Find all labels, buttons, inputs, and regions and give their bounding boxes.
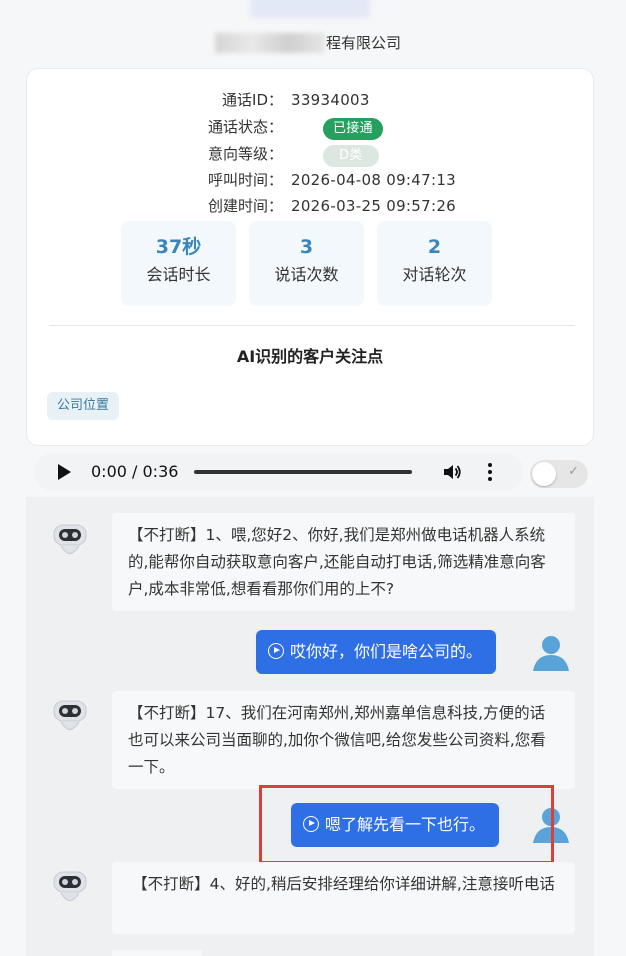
call-time-label: 呼叫时间：	[207, 171, 283, 189]
ai-message: 【不打断】1、喂,您好2、你好,我们是郑州做电话机器人系统的,能帮你自动获取意向…	[112, 513, 575, 611]
contact-name-blurred	[250, 0, 370, 18]
audio-player: 0:00 / 0:36	[34, 453, 524, 491]
created-time-value: 2026-03-25 09:57:26	[291, 197, 457, 215]
stat-duration-value: 37秒	[155, 236, 202, 258]
intent-badge: D类	[323, 145, 379, 167]
company-name-blurred	[215, 33, 325, 53]
highlight-annotation-box	[259, 785, 554, 864]
status-badge: 已接通	[323, 118, 383, 140]
more-vert-icon[interactable]	[485, 461, 495, 483]
robot-avatar-icon	[53, 700, 87, 730]
stat-rounds: 2 对话轮次	[377, 221, 492, 306]
ai-message: 【不打断】4、好的,稍后安排经理给你详细讲解,注意接听电话	[112, 862, 575, 934]
call-id-value: 33934003	[291, 91, 370, 109]
check-icon: ✓	[568, 464, 579, 479]
toggle-switch[interactable]: ✓	[530, 460, 588, 488]
next-message-stub	[112, 950, 202, 956]
play-circle-icon	[268, 642, 284, 659]
call-id-label: 通话ID：	[222, 91, 283, 109]
company-name: 程有限公司	[326, 34, 402, 52]
stat-speak-count-label: 说话次数	[274, 265, 339, 284]
robot-avatar-icon	[53, 524, 87, 554]
call-detail-page: 程有限公司 通话ID： 33934003 通话状态： 已接通 意向等级： D类 …	[0, 0, 626, 956]
call-status-label: 通话状态：	[207, 118, 283, 136]
stat-speak-count: 3 说话次数	[249, 221, 364, 306]
user-avatar-icon	[533, 636, 569, 671]
intent-label: 意向等级：	[207, 145, 283, 163]
call-time-row: 呼叫时间： 2026-04-08 09:47:13	[27, 167, 593, 193]
call-info-card: 通话ID： 33934003 通话状态： 已接通 意向等级： D类 呼叫时间： …	[26, 68, 594, 446]
created-time-label: 创建时间：	[207, 197, 283, 215]
audio-time: 0:00 / 0:36	[91, 462, 179, 481]
focus-tag[interactable]: 公司位置	[47, 392, 120, 420]
stat-rounds-value: 2	[427, 236, 442, 258]
focus-title: AI识别的客户关注点	[236, 347, 384, 366]
stat-duration: 37秒 会话时长	[121, 221, 236, 306]
play-icon[interactable]	[58, 464, 71, 480]
volume-icon[interactable]	[442, 462, 462, 482]
divider	[49, 325, 575, 326]
stat-rounds-label: 对话轮次	[402, 265, 467, 284]
intent-row: 意向等级： D类	[27, 141, 593, 167]
user-message[interactable]: 哎你好，你们是啥公司的。	[256, 630, 497, 674]
user-message-text: 哎你好，你们是啥公司的。	[290, 642, 483, 661]
call-id-row: 通话ID： 33934003	[27, 87, 593, 113]
toggle-knob	[532, 462, 556, 486]
robot-avatar-icon	[53, 871, 87, 901]
ai-message: 【不打断】17、我们在河南郑州,郑州嘉单信息科技,方便的话也可以来公司当面聊的,…	[112, 691, 575, 789]
call-status-row: 通话状态： 已接通	[27, 114, 593, 140]
stat-duration-label: 会话时长	[146, 265, 211, 284]
call-time-value: 2026-04-08 09:47:13	[291, 171, 457, 189]
audio-progress-track[interactable]	[194, 470, 412, 474]
created-time-row: 创建时间： 2026-03-25 09:57:26	[27, 193, 593, 219]
stat-speak-count-value: 3	[299, 236, 314, 258]
